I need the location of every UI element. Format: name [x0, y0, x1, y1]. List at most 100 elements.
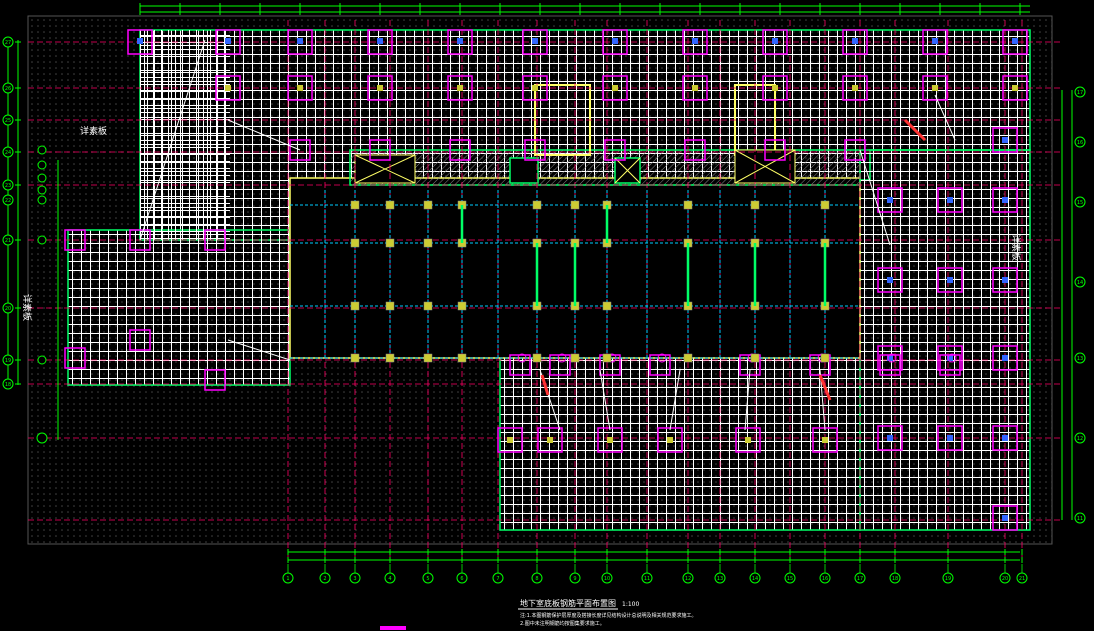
column-core — [225, 38, 231, 44]
frame-column — [457, 301, 467, 311]
axis-label-left: 25 — [5, 118, 11, 124]
column-core — [947, 197, 953, 203]
frame-column — [532, 200, 542, 210]
column-core — [1002, 197, 1008, 203]
note-line-2: 2.图中未注明钢筋均按图集要求施工。 — [520, 620, 605, 627]
slab-east — [859, 149, 1031, 531]
axis-label-right: 12 — [1077, 436, 1083, 442]
column-core — [532, 38, 538, 44]
axis-label-right: 11 — [1077, 516, 1083, 522]
frame-column — [602, 353, 612, 363]
column-core — [887, 435, 893, 441]
axis-label-bottom: 1 — [286, 576, 289, 582]
column-core — [1012, 85, 1018, 91]
axis-bubble-inner-left — [37, 185, 47, 195]
frame-column — [750, 200, 760, 210]
side-label-left-upper: 详素板 — [80, 125, 107, 137]
axis-label-bottom: 18 — [892, 576, 898, 582]
axis-label-left: 18 — [5, 382, 11, 388]
axis-label-right: 13 — [1077, 356, 1083, 362]
column-core — [887, 277, 893, 283]
elevator-1 — [509, 157, 539, 184]
column-core — [507, 437, 513, 443]
axis-label-bottom: 2 — [323, 576, 326, 582]
frame-column — [457, 353, 467, 363]
column-core — [887, 197, 893, 203]
axis-label-bottom: 6 — [460, 576, 463, 582]
note-line-1: 注:1.本图钢筋保护层厚度及搭接长度详见结构设计总说明及相关规范要求施工。 — [520, 612, 696, 619]
column-core — [947, 435, 953, 441]
frame-column — [820, 353, 830, 363]
frame-column — [602, 301, 612, 311]
magenta-stamp — [380, 626, 406, 630]
axis-label-bottom: 19 — [945, 576, 951, 582]
column-core — [667, 437, 673, 443]
column-core — [377, 38, 383, 44]
column-core — [852, 85, 858, 91]
column-core — [607, 437, 613, 443]
column-core — [612, 38, 618, 44]
axis-label-left: 20 — [5, 306, 11, 312]
column-core — [1002, 277, 1008, 283]
column-core — [1002, 435, 1008, 441]
frame-column — [570, 200, 580, 210]
axis-label-bottom: 10 — [604, 576, 610, 582]
side-label-left-lower: 详素板 — [21, 294, 33, 321]
frame-column — [350, 238, 360, 248]
frame-column — [570, 353, 580, 363]
frame-column — [385, 200, 395, 210]
column-core — [932, 85, 938, 91]
column-core — [822, 437, 828, 443]
column-core — [377, 85, 383, 91]
side-label-right: 详素板 — [1010, 234, 1022, 261]
column-core — [852, 38, 858, 44]
frame-column — [385, 301, 395, 311]
axis-label-bottom: 8 — [535, 576, 538, 582]
axis-label-right: 14 — [1077, 280, 1083, 286]
column-core — [772, 38, 778, 44]
column-core — [137, 38, 143, 44]
column-core — [932, 38, 938, 44]
column-core — [1002, 137, 1008, 143]
axis-label-left: 21 — [5, 238, 11, 244]
frame-column — [750, 353, 760, 363]
axis-label-bottom: 15 — [787, 576, 793, 582]
axis-label-left: 19 — [5, 358, 11, 364]
column-core — [532, 85, 538, 91]
slab-south — [499, 354, 861, 531]
column-core — [1002, 355, 1008, 361]
frame-column — [423, 238, 433, 248]
column-core — [1012, 38, 1018, 44]
frame-column — [350, 200, 360, 210]
axis-label-left: 24 — [5, 150, 11, 156]
column-core — [692, 85, 698, 91]
axis-label-right: 15 — [1077, 200, 1083, 206]
axis-label-left: 22 — [5, 198, 11, 204]
cad-drawing-canvas[interactable]: 1 2 3 4 5 6 7 8 9 10 11 12 13 14 15 16 17 18 19 20 21 27 26 25 2… — [0, 0, 1094, 631]
axis-bubble-inner-left — [37, 355, 47, 365]
frame-column — [385, 238, 395, 248]
column-core — [1002, 515, 1008, 521]
column-core — [297, 38, 303, 44]
slab-west — [67, 229, 291, 386]
frame-column — [423, 353, 433, 363]
axis-label-bottom: 9 — [573, 576, 576, 582]
axis-bubble-left-extra — [36, 432, 48, 444]
slab-northwest — [140, 30, 230, 240]
axis-label-bottom: 14 — [752, 576, 758, 582]
frame-column — [385, 353, 395, 363]
axis-label-left: 26 — [5, 86, 11, 92]
axis-bubble-inner-left — [37, 235, 47, 245]
axis-label-left: 23 — [5, 183, 11, 189]
column-core — [225, 85, 231, 91]
axis-label-bottom: 16 — [822, 576, 828, 582]
axis-label-bottom: 7 — [496, 576, 499, 582]
frame-column — [350, 301, 360, 311]
column-core — [692, 38, 698, 44]
frame-column — [532, 353, 542, 363]
column-core — [612, 85, 618, 91]
axis-label-bottom: 17 — [857, 576, 863, 582]
axis-label-bottom: 11 — [644, 576, 650, 582]
axis-label-bottom: 3 — [353, 576, 356, 582]
axis-label-bottom: 13 — [717, 576, 723, 582]
